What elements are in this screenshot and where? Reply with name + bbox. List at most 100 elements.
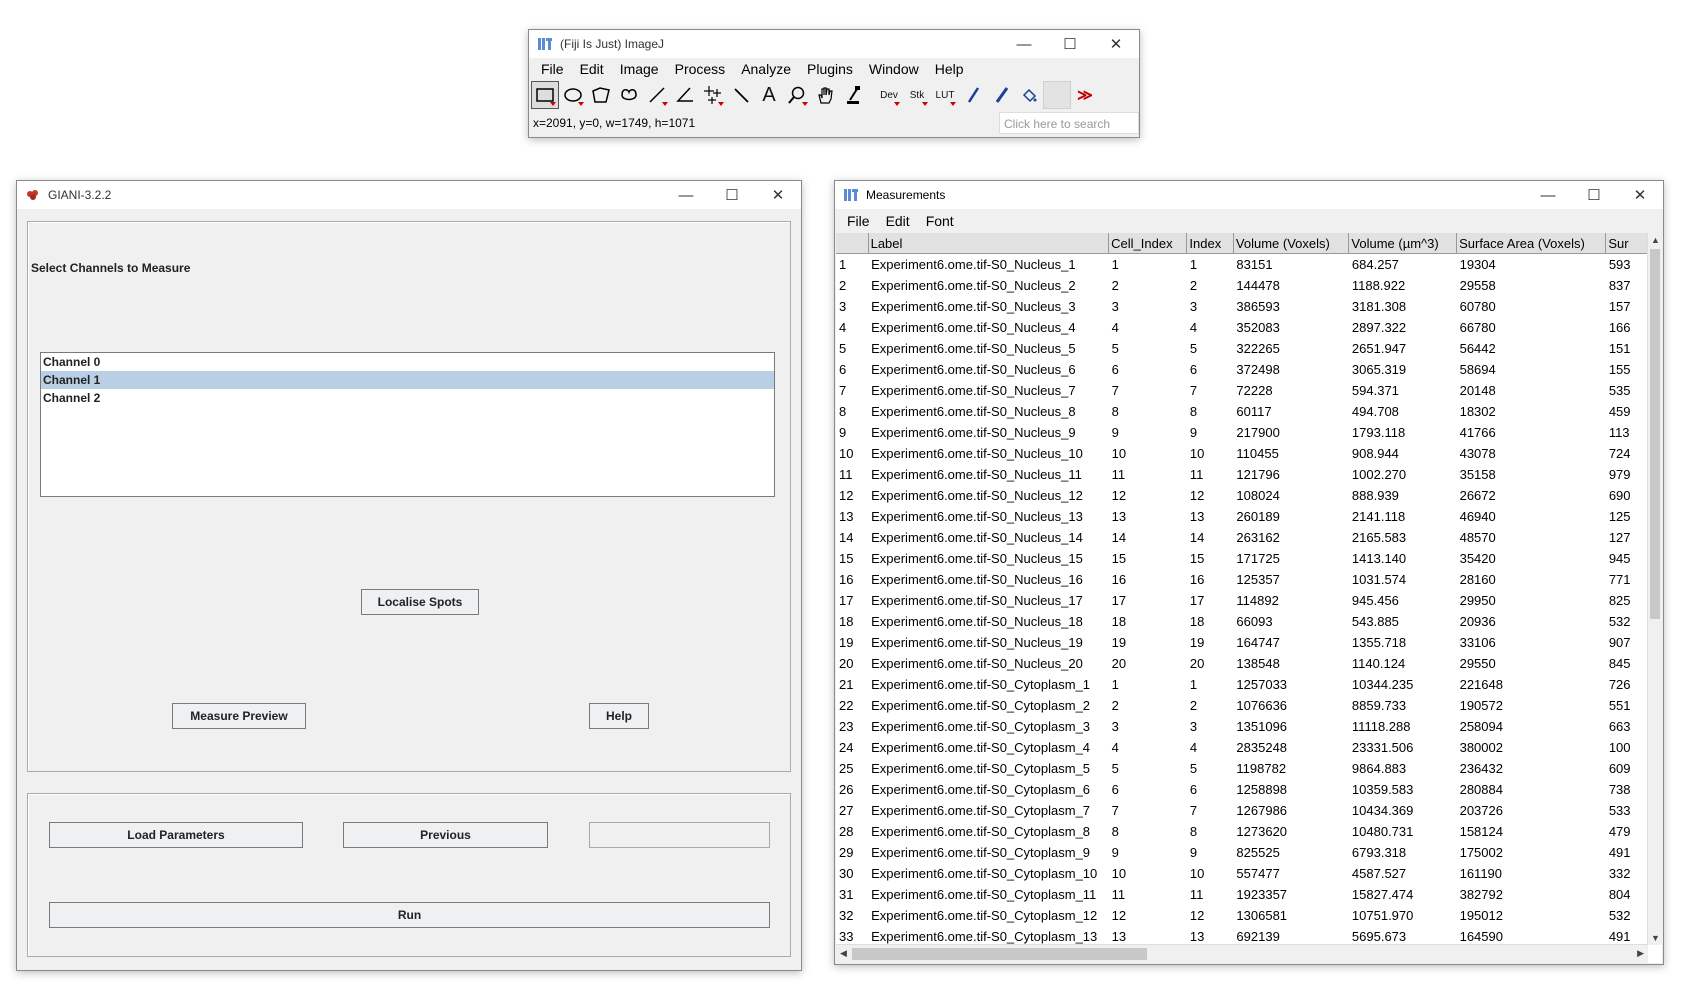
list-item-channel-1[interactable]: Channel 1 xyxy=(41,371,774,389)
column-header[interactable]: Volume (Voxels) xyxy=(1233,233,1350,254)
menu-edit[interactable]: Edit xyxy=(580,61,604,77)
table-row[interactable]: 9 Experiment6.ome.tif-S0_Nucleus_9 9 9 21790… xyxy=(836,422,1662,443)
hand-tool[interactable] xyxy=(811,81,839,109)
table-row[interactable]: 7 Experiment6.ome.tif-S0_Nucleus_7 7 7 72228… xyxy=(836,380,1662,401)
close-button[interactable]: ✕ xyxy=(1093,30,1139,58)
table-row[interactable]: 23 Experiment6.ome.tif-S0_Cytoplasm_3 3 3 13… xyxy=(836,716,1662,737)
next-button[interactable] xyxy=(589,822,770,848)
close-button[interactable]: ✕ xyxy=(1617,181,1663,209)
more-tools-button[interactable]: ≫ xyxy=(1071,81,1099,109)
brush-tool[interactable] xyxy=(987,81,1015,109)
menu-window[interactable]: Window xyxy=(869,61,919,77)
channel-list[interactable]: Channel 0 Channel 1 Channel 2 xyxy=(40,352,775,497)
rectangle-tool[interactable] xyxy=(531,81,559,109)
table-row[interactable]: 10 Experiment6.ome.tif-S0_Nucleus_10 10 10 1… xyxy=(836,443,1662,464)
polygon-tool[interactable] xyxy=(587,81,615,109)
column-header[interactable] xyxy=(836,233,869,254)
table-row[interactable]: 28 Experiment6.ome.tif-S0_Cytoplasm_8 8 8 12… xyxy=(836,821,1662,842)
lut-tool[interactable]: LUT xyxy=(931,81,959,109)
menu-edit[interactable]: Edit xyxy=(886,213,910,229)
table-row[interactable]: 22 Experiment6.ome.tif-S0_Cytoplasm_2 2 2 10… xyxy=(836,695,1662,716)
menu-help[interactable]: Help xyxy=(935,61,964,77)
pencil-tool[interactable] xyxy=(959,81,987,109)
dev-tool[interactable]: Dev xyxy=(875,81,903,109)
minimize-button[interactable]: — xyxy=(1001,30,1047,58)
text-tool[interactable]: A xyxy=(755,81,783,109)
oval-tool[interactable] xyxy=(559,81,587,109)
column-header[interactable]: Cell_Index xyxy=(1108,233,1188,254)
line-tool[interactable] xyxy=(643,81,671,109)
flood-fill-tool[interactable] xyxy=(1015,81,1043,109)
horizontal-scrollbar[interactable]: ◀ ▶ xyxy=(836,944,1648,963)
menu-image[interactable]: Image xyxy=(620,61,659,77)
table-row[interactable]: 25 Experiment6.ome.tif-S0_Cytoplasm_5 5 5 11… xyxy=(836,758,1662,779)
maximize-button[interactable]: ☐ xyxy=(1047,30,1093,58)
minimize-button[interactable]: — xyxy=(663,181,709,209)
stk-tool[interactable]: Stk xyxy=(903,81,931,109)
measurements-titlebar[interactable]: Measurements — ☐ ✕ xyxy=(835,181,1663,209)
point-tool[interactable] xyxy=(699,81,727,109)
table-row[interactable]: 1 Experiment6.ome.tif-S0_Nucleus_1 1 1 83151… xyxy=(836,254,1662,276)
table-row[interactable]: 13 Experiment6.ome.tif-S0_Nucleus_13 13 13 2… xyxy=(836,506,1662,527)
table-row[interactable]: 29 Experiment6.ome.tif-S0_Cytoplasm_9 9 9 82… xyxy=(836,842,1662,863)
empty-tool-slot[interactable] xyxy=(1043,81,1071,109)
table-row[interactable]: 12 Experiment6.ome.tif-S0_Nucleus_12 12 12 1… xyxy=(836,485,1662,506)
help-button[interactable]: Help xyxy=(589,703,649,729)
table-row[interactable]: 5 Experiment6.ome.tif-S0_Nucleus_5 5 5 32226… xyxy=(836,338,1662,359)
table-row[interactable]: 18 Experiment6.ome.tif-S0_Nucleus_18 18 18 6… xyxy=(836,611,1662,632)
table-row[interactable]: 14 Experiment6.ome.tif-S0_Nucleus_14 14 14 2… xyxy=(836,527,1662,548)
table-row[interactable]: 3 Experiment6.ome.tif-S0_Nucleus_3 3 3 38659… xyxy=(836,296,1662,317)
horizontal-scroll-thumb[interactable] xyxy=(852,948,1147,960)
maximize-button[interactable]: ☐ xyxy=(1571,181,1617,209)
table-row[interactable]: 27 Experiment6.ome.tif-S0_Cytoplasm_7 7 7 12… xyxy=(836,800,1662,821)
table-row[interactable]: 2 Experiment6.ome.tif-S0_Nucleus_2 2 2 14447… xyxy=(836,275,1662,296)
table-row[interactable]: 15 Experiment6.ome.tif-S0_Nucleus_15 15 15 1… xyxy=(836,548,1662,569)
menu-process[interactable]: Process xyxy=(675,61,726,77)
table-row[interactable]: 21 Experiment6.ome.tif-S0_Cytoplasm_1 1 1 12… xyxy=(836,674,1662,695)
menu-file[interactable]: File xyxy=(541,61,564,77)
table-row[interactable]: 16 Experiment6.ome.tif-S0_Nucleus_16 16 16 1… xyxy=(836,569,1662,590)
measure-preview-button[interactable]: Measure Preview xyxy=(172,703,306,729)
scroll-right-icon[interactable]: ▶ xyxy=(1637,948,1644,959)
table-row[interactable]: 19 Experiment6.ome.tif-S0_Nucleus_19 19 19 1… xyxy=(836,632,1662,653)
table-row[interactable]: 4 Experiment6.ome.tif-S0_Nucleus_4 4 4 35208… xyxy=(836,317,1662,338)
minimize-button[interactable]: — xyxy=(1525,181,1571,209)
table-row[interactable]: 6 Experiment6.ome.tif-S0_Nucleus_6 6 6 37249… xyxy=(836,359,1662,380)
previous-button[interactable]: Previous xyxy=(343,822,548,848)
vertical-scrollbar[interactable]: ▲ ▼ xyxy=(1647,233,1662,945)
column-header[interactable]: Index xyxy=(1186,233,1234,254)
imagej-titlebar[interactable]: (Fiji Is Just) ImageJ — ☐ ✕ xyxy=(529,30,1139,58)
table-row[interactable]: 11 Experiment6.ome.tif-S0_Nucleus_11 11 11 1… xyxy=(836,464,1662,485)
column-header[interactable]: Volume (µm^3) xyxy=(1348,233,1458,254)
table-row[interactable]: 17 Experiment6.ome.tif-S0_Nucleus_17 17 17 1… xyxy=(836,590,1662,611)
search-input[interactable]: Click here to search xyxy=(999,112,1139,134)
freehand-tool[interactable] xyxy=(615,81,643,109)
table-row[interactable]: 30 Experiment6.ome.tif-S0_Cytoplasm_10 10 1… xyxy=(836,863,1662,884)
scroll-down-icon[interactable]: ▼ xyxy=(1651,933,1660,943)
list-item-channel-0[interactable]: Channel 0 xyxy=(41,353,774,371)
scroll-up-icon[interactable]: ▲ xyxy=(1651,235,1660,245)
close-button[interactable]: ✕ xyxy=(755,181,801,209)
giani-titlebar[interactable]: GIANI-3.2.2 — ☐ ✕ xyxy=(17,181,801,209)
angle-tool[interactable] xyxy=(671,81,699,109)
menu-analyze[interactable]: Analyze xyxy=(741,61,791,77)
table-row[interactable]: 26 Experiment6.ome.tif-S0_Cytoplasm_6 6 6 12… xyxy=(836,779,1662,800)
table-row[interactable]: 24 Experiment6.ome.tif-S0_Cytoplasm_4 4 4 28… xyxy=(836,737,1662,758)
maximize-button[interactable]: ☐ xyxy=(709,181,755,209)
zoom-tool[interactable] xyxy=(783,81,811,109)
table-row[interactable]: 31 Experiment6.ome.tif-S0_Cytoplasm_11 11 1… xyxy=(836,884,1662,905)
scroll-left-icon[interactable]: ◀ xyxy=(840,948,847,959)
dropper-tool[interactable] xyxy=(839,81,867,109)
column-header[interactable]: Label xyxy=(868,233,1110,254)
localise-spots-button[interactable]: Localise Spots xyxy=(361,589,479,615)
menu-file[interactable]: File xyxy=(847,213,870,229)
vertical-scroll-thumb[interactable] xyxy=(1650,249,1660,619)
menu-plugins[interactable]: Plugins xyxy=(807,61,853,77)
menu-font[interactable]: Font xyxy=(926,213,954,229)
table-row[interactable]: 8 Experiment6.ome.tif-S0_Nucleus_8 8 8 60117… xyxy=(836,401,1662,422)
list-item-channel-2[interactable]: Channel 2 xyxy=(41,389,774,407)
column-header[interactable]: Surface Area (Voxels) xyxy=(1456,233,1607,254)
wand-tool[interactable] xyxy=(727,81,755,109)
run-button[interactable]: Run xyxy=(49,902,770,928)
table-row[interactable]: 32 Experiment6.ome.tif-S0_Cytoplasm_12 12 1… xyxy=(836,905,1662,926)
